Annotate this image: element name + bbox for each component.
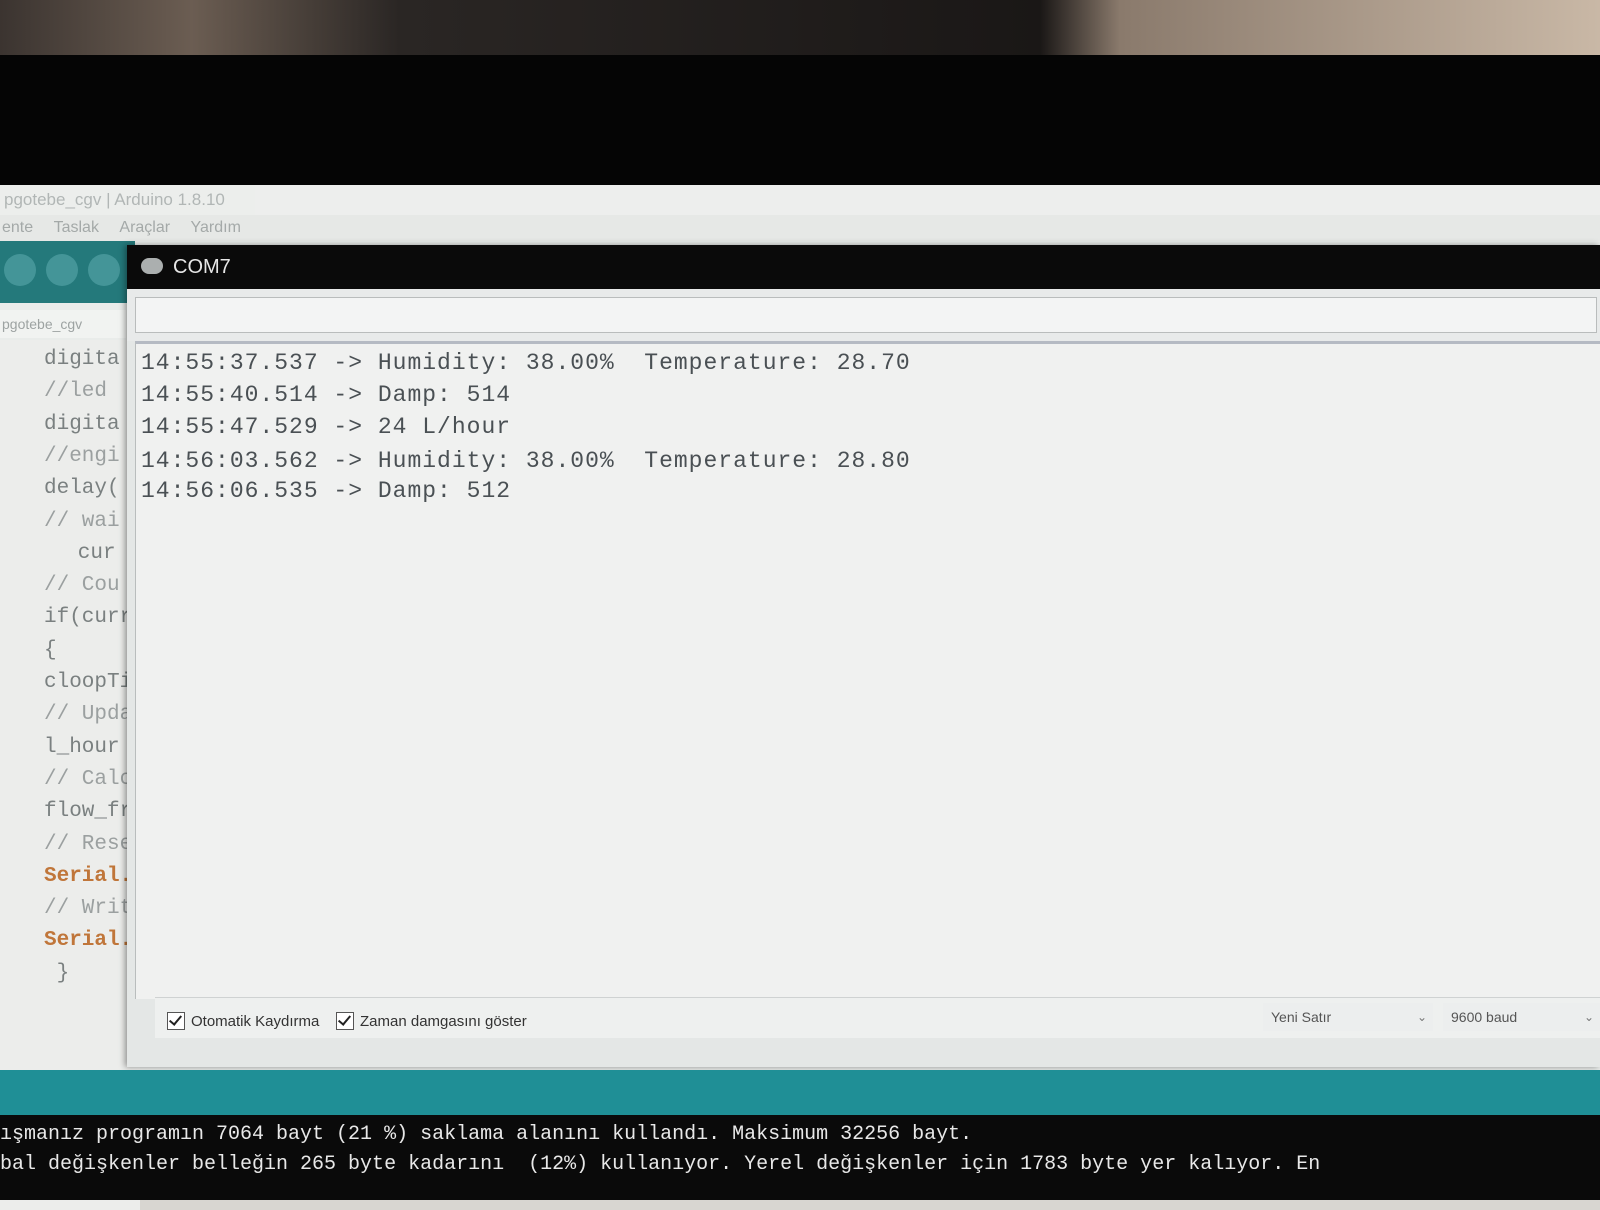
autoscroll-label: Otomatik Kaydırma [191,1012,320,1030]
serial-options-bar: Otomatik Kaydırma Zaman damgasını göster… [155,997,1600,1038]
new-sketch-icon[interactable] [88,254,120,286]
code-line: //led [44,380,108,404]
serial-monitor-titlebar: COM7 [127,245,1600,289]
serial-monitor-window: COM7 14:55:37.537 -> Humidity: 38.00% Te… [127,245,1600,1067]
code-line: // Calc [44,767,133,791]
code-line: delay( [44,477,120,501]
code-line: { [44,638,57,662]
upload-icon[interactable] [46,254,78,286]
ide-window-title: pgotebe_cgv | Arduino 1.8.10 [0,185,1600,215]
sketch-tab[interactable]: pgotebe_cgv [0,310,126,338]
output-line: 14:55:47.529 -> 24 L/hour [141,414,512,440]
menu-item-sketch[interactable]: Taslak [52,219,99,236]
output-line: 14:56:06.535 -> Damp: 512 [141,478,512,504]
code-line: if(curr [44,606,133,630]
code-line: digita [44,412,120,436]
baud-rate-select[interactable]: 9600 baud ⌄ [1443,1003,1600,1031]
baud-rate-value: 9600 baud [1451,1009,1518,1025]
code-line: // Writ [44,897,133,921]
code-line: // Upda [44,703,133,727]
line-ending-select[interactable]: Yeni Satır ⌄ [1263,1003,1433,1031]
serial-monitor-title: COM7 [173,256,231,278]
compile-console: ışmanız programın 7064 bayt (21 %) sakla… [0,1115,1600,1200]
menu-item-help[interactable]: Yardım [189,219,241,236]
menu-item-file[interactable]: ente [0,219,33,236]
code-line: Serial. [44,929,133,953]
code-line: //engi [44,444,120,468]
code-line: digita [44,348,120,371]
verify-icon[interactable] [4,254,36,286]
autoscroll-checkbox[interactable]: Otomatik Kaydırma [167,1011,319,1031]
chevron-down-icon: ⌄ [1583,1010,1594,1024]
show-timestamp-checkbox[interactable]: Zaman damgasını göster [336,1011,527,1031]
code-line: } [44,961,70,985]
show-timestamp-label: Zaman damgasını göster [360,1012,527,1030]
output-line: 14:56:03.562 -> Humidity: 38.00% Tempera… [141,448,911,474]
ide-menu-bar: ente Taslak Araçlar Yardım [0,215,1600,241]
send-input[interactable] [135,297,1597,333]
code-line: // Cou [44,574,120,598]
monitor-bezel [0,55,1600,185]
console-line: bal değişkenler belleğin 265 byte kadarı… [0,1153,1321,1176]
code-line: Serial. [44,864,133,888]
code-line: // wai [44,509,120,533]
menu-item-tools[interactable]: Araçlar [117,219,170,236]
code-line: cur [40,541,116,565]
checkbox-checked-icon [167,1012,185,1030]
output-line: 14:55:37.537 -> Humidity: 38.00% Tempera… [141,350,911,376]
send-row [127,289,1600,341]
line-ending-value: Yeni Satır [1271,1009,1332,1025]
ide-status-bar [0,1070,1600,1115]
chevron-down-icon: ⌄ [1416,1010,1427,1024]
background-room [0,0,1600,55]
code-line: // Rese [44,832,133,856]
console-line: ışmanız programın 7064 bayt (21 %) sakla… [0,1123,973,1146]
arduino-app-icon [141,258,163,274]
code-line: l_hour [44,735,120,759]
checkbox-checked-icon [336,1012,354,1030]
code-line: cloopTi [44,671,133,694]
code-line: flow_fr [44,800,133,824]
output-line: 14:55:40.514 -> Damp: 514 [141,382,512,408]
serial-output[interactable]: 14:55:37.537 -> Humidity: 38.00% Tempera… [135,341,1600,999]
ide-toolbar [0,241,135,303]
